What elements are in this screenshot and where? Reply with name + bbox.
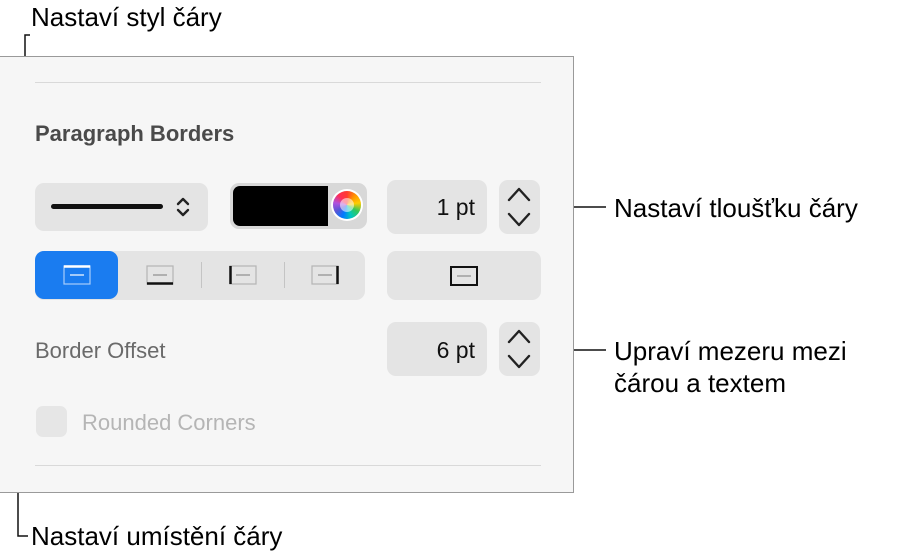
- border-offset-stepper[interactable]: [499, 322, 540, 376]
- thickness-stepper[interactable]: [499, 180, 540, 234]
- border-top-button[interactable]: [35, 251, 118, 299]
- color-wheel-icon[interactable]: [333, 191, 361, 219]
- rounded-corners-label: Rounded Corners: [82, 410, 256, 435]
- border-bottom-button[interactable]: [120, 251, 200, 299]
- border-bottom-icon: [146, 265, 174, 285]
- line-style-sample: [51, 204, 163, 209]
- stepper-up-down-icon: [507, 329, 531, 369]
- color-well[interactable]: [230, 183, 367, 229]
- stepper-up-down-icon: [507, 187, 531, 227]
- top-divider: [35, 82, 541, 83]
- callout-line-position: Nastaví umístění čáry: [31, 521, 283, 551]
- border-left-button[interactable]: [202, 251, 283, 299]
- section-heading: Paragraph Borders: [35, 121, 235, 146]
- line-style-popup[interactable]: [35, 183, 208, 231]
- callout-line-style: Nastaví styl čáry: [31, 2, 222, 32]
- border-box-button[interactable]: [387, 251, 541, 300]
- border-offset-value: 6 pt: [436, 337, 475, 363]
- bottom-divider: [35, 465, 541, 466]
- color-swatch: [233, 186, 328, 226]
- border-top-icon: [62, 265, 91, 285]
- thickness-field[interactable]: 1 pt: [387, 180, 487, 234]
- thickness-value: 1 pt: [436, 194, 475, 220]
- rounded-corners-checkbox[interactable]: [36, 406, 67, 437]
- callout-border-offset-line2: čárou a textem: [614, 368, 786, 398]
- border-right-icon: [311, 265, 339, 285]
- border-offset-label: Border Offset: [35, 338, 166, 363]
- chevron-up-down-icon: [176, 197, 190, 217]
- callout-line-thickness: Nastaví tloušťku čáry: [614, 193, 858, 223]
- border-left-icon: [228, 265, 257, 285]
- callout-border-offset-line1: Upraví mezeru mezi: [614, 336, 847, 366]
- border-box-icon: [450, 265, 478, 286]
- border-offset-field[interactable]: 6 pt: [387, 322, 487, 376]
- border-right-button[interactable]: [285, 251, 365, 299]
